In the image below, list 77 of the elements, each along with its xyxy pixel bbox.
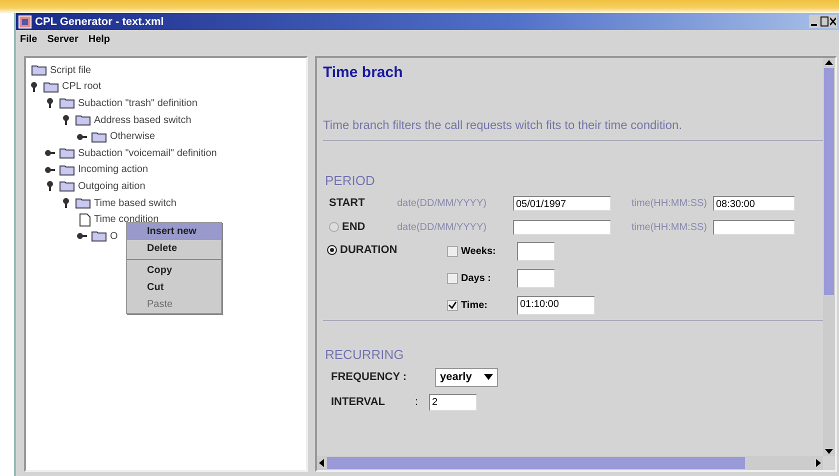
expanded-handle-icon[interactable] (44, 180, 56, 192)
radio-label: DURATION (340, 244, 398, 256)
folder-icon (43, 80, 59, 93)
folder-icon (75, 114, 91, 126)
tree-item[interactable]: Script file (50, 64, 92, 76)
radio-button[interactable] (327, 245, 337, 255)
date-field[interactable] (513, 220, 611, 234)
context-menu-item[interactable]: Insert new (127, 223, 221, 240)
input-field[interactable]: 01:10:00 (517, 296, 595, 314)
radio-button[interactable] (329, 222, 339, 232)
checkbox-label: Days : (461, 272, 492, 284)
context-menu-item[interactable]: Copy (127, 262, 221, 279)
frequency-dropdown[interactable]: yearly (435, 368, 498, 386)
folder-icon (59, 97, 75, 110)
tree-item[interactable]: Subaction "voicemail" definition (78, 148, 217, 159)
horizontal-scrollbar[interactable] (317, 456, 823, 470)
checkbox[interactable] (447, 272, 458, 284)
folder-icon (59, 147, 75, 160)
date-field[interactable]: 05/01/1997 (513, 196, 611, 210)
scroll-right-icon[interactable] (813, 458, 823, 468)
maximize-icon[interactable] (820, 16, 829, 27)
tree-item[interactable]: Address based switch (94, 114, 192, 126)
folder-icon (31, 64, 47, 76)
tree-item[interactable]: Time based switch (94, 198, 176, 209)
scroll-down-icon[interactable] (824, 446, 834, 456)
context-menu-item[interactable]: Delete (127, 240, 221, 257)
caret-icon (484, 374, 493, 380)
folder-icon (75, 197, 91, 210)
section-heading: RECURRING (325, 347, 405, 362)
tree-item[interactable]: Otherwise (110, 131, 156, 142)
input-field[interactable] (517, 268, 555, 288)
field-label: time(HH:MM:SS) (630, 198, 707, 208)
window-title: CPL Generator - text.xml (35, 16, 164, 28)
tree-item[interactable]: CPL root (62, 81, 102, 92)
menu-item[interactable]: Server (47, 34, 78, 44)
context-menu-item[interactable]: Cut (127, 279, 221, 296)
folder-icon (91, 230, 107, 242)
expanded-handle-icon[interactable] (60, 197, 72, 210)
folder-icon (91, 130, 107, 143)
folder-icon (59, 164, 75, 176)
expanded-handle-icon[interactable] (60, 114, 72, 126)
field-label: INTERVAL (331, 396, 386, 408)
tree-item[interactable]: Time condition (94, 214, 159, 226)
field-label: date(DD/MM/YYYY) (397, 198, 488, 208)
separator-text: : (415, 396, 420, 408)
radio-label: END (342, 221, 366, 233)
app-icon (18, 14, 32, 28)
file-icon (79, 212, 91, 227)
tree-item[interactable]: O (110, 230, 118, 242)
tree-item[interactable]: Subaction "trash" definition (78, 98, 198, 109)
interval-field[interactable]: 2 (429, 394, 477, 410)
field-label: FREQUENCY : (331, 371, 408, 383)
folder-icon (59, 180, 75, 192)
checkbox[interactable] (447, 246, 458, 256)
checkbox[interactable] (447, 300, 458, 310)
time-field[interactable]: 08:30:00 (713, 196, 795, 210)
field-label: time(HH:MM:SS) (630, 222, 707, 232)
checkbox-label: Weeks: (461, 246, 497, 256)
menu-item[interactable]: Help (88, 34, 110, 44)
close-icon[interactable] (830, 16, 836, 27)
description-text: Time branch filters the call requests witch fits to their time condition. (323, 118, 684, 132)
expanded-handle-icon[interactable] (44, 97, 56, 110)
section-heading: PERIOD (325, 173, 376, 188)
menu-item[interactable]: File (20, 34, 38, 44)
scrollbar-thumb[interactable] (824, 68, 834, 295)
scrollbar-thumb[interactable] (327, 457, 745, 469)
vertical-scrollbar[interactable] (823, 58, 835, 456)
time-field[interactable] (713, 220, 795, 234)
checkbox-label: Time: (461, 300, 488, 310)
scroll-left-icon[interactable] (317, 458, 327, 468)
tree-item[interactable]: Outgoing aition (78, 180, 146, 192)
field-label: date(DD/MM/YYYY) (397, 222, 488, 232)
field-label: START (328, 197, 366, 209)
form-title: Time brach (323, 64, 404, 81)
input-field[interactable] (517, 242, 555, 260)
expanded-handle-icon[interactable] (28, 80, 40, 93)
tree-item[interactable]: Incoming action (78, 164, 148, 176)
